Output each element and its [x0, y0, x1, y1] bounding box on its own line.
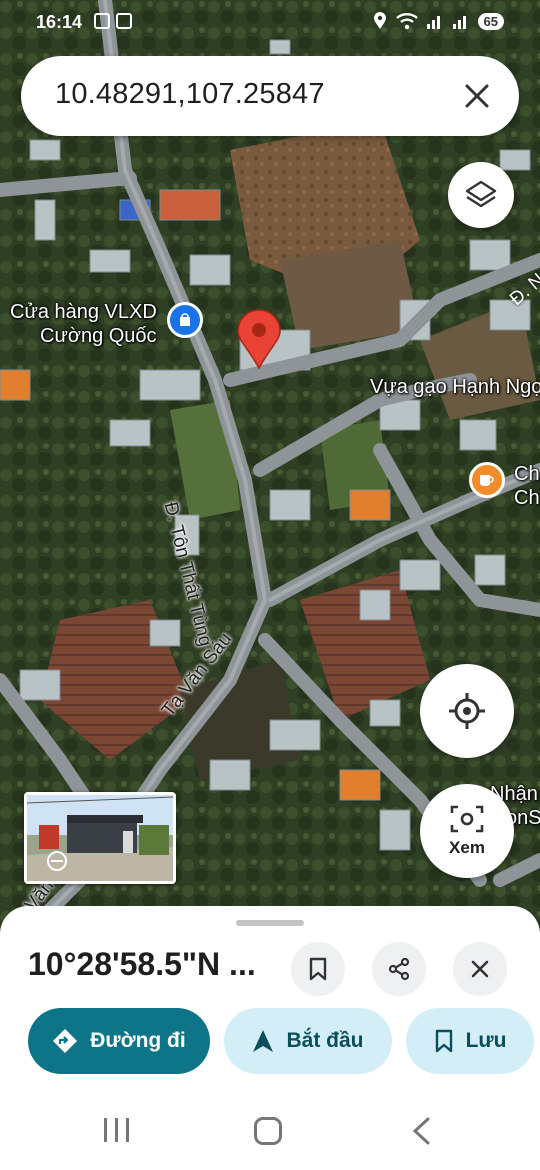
crosshair-icon	[449, 693, 485, 729]
system-nav-bar	[0, 1090, 540, 1170]
shopee-icon	[116, 13, 132, 29]
screenshot-icon	[94, 13, 110, 29]
my-location-button[interactable]	[420, 664, 514, 758]
lens-label: Xem	[449, 838, 485, 857]
cafe-label-line-1[interactable]: Ch	[514, 462, 540, 486]
directions-label: Đường đi	[90, 1029, 186, 1052]
street-view-thumbnail[interactable]	[24, 792, 176, 884]
directions-icon	[53, 1029, 78, 1053]
share-icon	[388, 957, 410, 981]
status-time: 16:14	[36, 12, 83, 32]
status-bar: 16:14 65	[0, 0, 540, 46]
start-label: Bắt đầu	[286, 1029, 364, 1052]
close-icon	[465, 84, 489, 108]
layers-button[interactable]	[448, 162, 514, 228]
layers-icon	[465, 180, 497, 208]
view-lens-button[interactable]: Xem	[420, 784, 514, 878]
shopping-bag-icon[interactable]	[167, 302, 203, 338]
start-button[interactable]: Bắt đầu	[224, 1008, 392, 1074]
bookmark-button[interactable]	[291, 942, 345, 996]
store-label-line-1[interactable]: Cửa hàng VLXD	[10, 300, 157, 324]
navigation-arrow-icon	[253, 1030, 274, 1052]
share-button[interactable]	[372, 942, 426, 996]
location-icon	[373, 12, 386, 29]
place-title: 10°28'58.5"N ...	[28, 946, 256, 982]
notification-icons	[94, 13, 132, 29]
home-button[interactable]	[254, 1117, 282, 1145]
rice-shop-label[interactable]: Vựa gạo Hạnh Ngọ	[370, 375, 540, 399]
signal-icon-2	[452, 16, 466, 29]
search-input[interactable]: 10.48291,107.25847	[55, 78, 325, 111]
recent-apps-button[interactable]	[104, 1118, 129, 1142]
status-right-icons: 65	[372, 12, 504, 30]
signal-icon-1	[426, 16, 440, 29]
close-sheet-button[interactable]	[453, 942, 507, 996]
save-label: Lưu	[465, 1029, 507, 1052]
search-bar[interactable]: 10.48291,107.25847	[21, 56, 519, 136]
bookmark-icon	[309, 957, 327, 981]
cafe-label-line-2[interactable]: Ch	[514, 486, 540, 510]
bookmark-icon	[435, 1029, 452, 1053]
street-view-image	[27, 795, 173, 881]
camera-scan-icon	[450, 805, 484, 833]
cafe-icon[interactable]	[469, 462, 505, 498]
battery-level: 65	[477, 12, 504, 30]
close-search-button[interactable]	[459, 78, 495, 114]
close-icon	[471, 960, 489, 978]
store-label-line-2[interactable]: Cường Quốc	[40, 324, 157, 348]
directions-button[interactable]: Đường đi	[28, 1008, 210, 1074]
wifi-icon	[395, 13, 418, 30]
save-button[interactable]: Lưu	[406, 1008, 534, 1074]
back-button[interactable]	[410, 1116, 432, 1146]
drag-handle[interactable]	[236, 920, 304, 926]
